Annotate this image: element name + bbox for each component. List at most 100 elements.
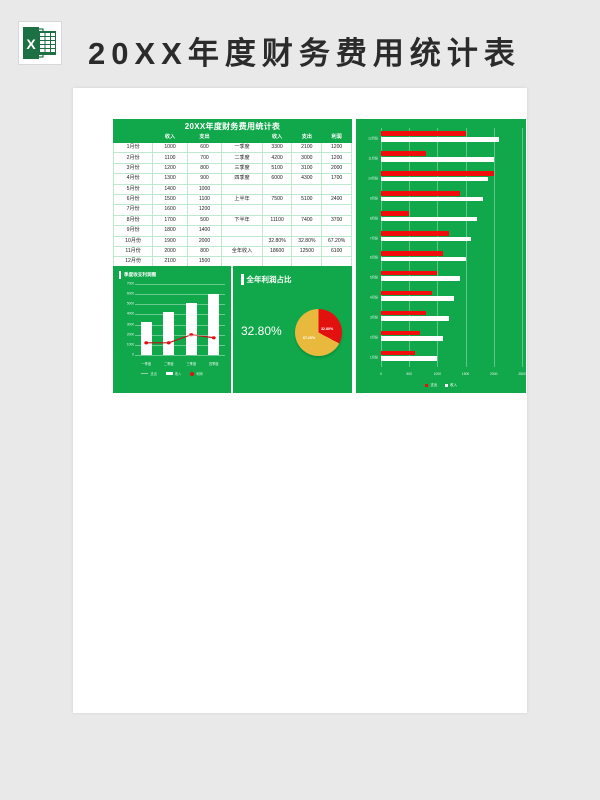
cell-month-label: 10月份	[112, 235, 154, 247]
hbar-expense-bar	[381, 330, 421, 336]
combo-y-tick: 3000	[126, 321, 134, 326]
table-header-row: 收入 支出 收入 支出 利润	[112, 133, 352, 143]
hbar-x-tick: 2500	[518, 372, 526, 376]
hbar-x-tick: 500	[406, 372, 412, 376]
cell-month-expense: 1200	[186, 204, 223, 216]
hbar-row	[381, 310, 522, 330]
cell-month-expense: 1100	[186, 193, 223, 206]
pie-chart-title: 全年利润占比	[246, 275, 292, 284]
hbar-expense-bar	[381, 191, 460, 196]
cell-period-profit: 3700	[321, 214, 352, 227]
cell-month-label: 7月份	[112, 204, 154, 216]
svg-text:X: X	[26, 36, 36, 52]
cell-month-income: 1400	[152, 183, 188, 195]
cell-month-label: 4月份	[112, 173, 154, 185]
hbar-category-label: 8月份	[369, 216, 378, 221]
cell-period-income	[261, 225, 293, 237]
hbar-expense-bar	[381, 310, 427, 316]
cell-month-label: 11月份	[112, 245, 154, 258]
cell-month-expense: 600	[186, 141, 223, 154]
hbar-x-tick: 1000	[433, 372, 442, 376]
cell-period-label: 上半年	[221, 193, 263, 206]
cell-month-label: 8月份	[112, 214, 154, 227]
th-right-expense: 支出	[291, 133, 323, 143]
hbar-row	[381, 330, 522, 350]
cell-month-income: 1800	[152, 225, 188, 237]
hbar-income-bar	[381, 156, 494, 162]
cell-period-income	[261, 183, 293, 195]
finance-table: 收入 支出 收入 支出 利润 1月份 1000 600 一季度 3300 2100 1200…	[112, 133, 352, 268]
hbar-expense-bar	[381, 290, 432, 296]
hbar-income-bar	[381, 296, 455, 301]
cell-month-expense: 800	[186, 245, 223, 258]
th-right-profit: 利润	[321, 133, 352, 143]
hbar-row	[381, 131, 522, 151]
hbar-row	[381, 151, 522, 171]
hbar-category-label: 10月份	[368, 176, 378, 181]
monthly-bar-chart: 支出 收入 0 500 1000 1500 2000 2500 12月份 11月份 10月份 9月…	[356, 123, 526, 389]
hbar-category-label: 11月份	[368, 156, 378, 161]
cell-month-label: 5月份	[112, 183, 154, 195]
cell-period-profit: 2400	[321, 193, 352, 206]
table-row: 7月份 1600 1200	[112, 204, 352, 216]
cell-month-income: 2000	[152, 245, 188, 258]
pie-chart-heading: 全年利润占比	[233, 266, 352, 285]
cell-period-income: 7500	[261, 193, 293, 206]
hbar-row	[381, 290, 522, 310]
cell-period-label	[221, 235, 263, 247]
hbar-expense-bar	[381, 250, 444, 256]
hbar-expense-bar	[381, 270, 438, 276]
combo-x-label: 二季度	[163, 362, 174, 366]
heading-marker-icon	[241, 274, 244, 285]
table-row: 11月份 2000 800 全年收入 18600 12500 6100	[112, 245, 352, 258]
cell-period-expense: 3000	[291, 152, 323, 164]
cell-period-label: 下半年	[221, 214, 263, 227]
combo-y-tick: 5000	[126, 301, 134, 306]
cell-period-expense: 3100	[291, 162, 323, 175]
cell-period-profit: 1200	[321, 141, 352, 154]
hbar-expense-bar	[381, 131, 466, 137]
combo-y-tick: 0	[132, 352, 134, 357]
cell-period-label: 二季度	[221, 152, 263, 164]
hbar-plot-area	[381, 128, 523, 367]
cell-period-label: 三季度	[221, 162, 263, 175]
cell-period-income: 4200	[261, 152, 293, 164]
cell-period-expense: 2100	[291, 141, 323, 154]
combo-chart-title: 季度收支利润图	[124, 272, 157, 277]
hbar-income-bar	[381, 276, 460, 282]
combo-x-label: 三季度	[186, 362, 197, 366]
th-period-blank	[221, 133, 263, 143]
combo-plot-area	[135, 284, 225, 356]
legend-income-label: 收入	[449, 383, 458, 387]
combo-chart-heading: 季度收支利润图	[113, 266, 231, 279]
combo-x-label: 一季度	[141, 362, 152, 366]
cell-month-expense: 700	[186, 152, 223, 164]
th-right-income: 收入	[261, 133, 293, 143]
cell-period-expense	[291, 225, 323, 237]
th-left-income: 收入	[152, 133, 188, 143]
table-row: 10月份 1900 2000 32.80% 32.80% 67.20%	[112, 235, 352, 247]
hbar-category-label: 4月份	[369, 295, 378, 300]
hbar-x-tick: 0	[380, 372, 382, 376]
table-title: 20XX年度财务费用统计表	[184, 121, 281, 131]
cell-month-income: 1200	[152, 162, 188, 175]
cell-period-income	[261, 204, 293, 216]
cell-period-profit: 2000	[321, 162, 352, 175]
hbar-income-bar	[381, 176, 489, 182]
cell-month-expense: 2000	[186, 235, 223, 247]
table-row: 3月份 1200 800 三季度 5100 3100 2000	[112, 162, 352, 175]
cell-period-expense: 12500	[291, 245, 323, 258]
cell-period-profit: 1700	[321, 173, 352, 185]
hbar-category-label: 7月份	[369, 236, 378, 241]
cell-period-label: 一季度	[221, 141, 263, 154]
hbar-row	[381, 230, 522, 250]
cell-period-expense: 4300	[291, 173, 323, 185]
cell-period-profit	[321, 183, 352, 195]
hbar-expense-bar	[381, 171, 494, 176]
cell-month-income: 1900	[152, 235, 188, 247]
combo-chart: 0 1000 2000 3000 4000 5000 6000 7000 一季度 二季度 三季度 四…	[113, 280, 231, 376]
hbar-category-label: 12月份	[368, 136, 378, 141]
cell-period-label	[221, 204, 263, 216]
table-row: 6月份 1500 1100 上半年 7500 5100 2400	[112, 193, 352, 206]
cell-month-label: 3月份	[112, 162, 154, 175]
